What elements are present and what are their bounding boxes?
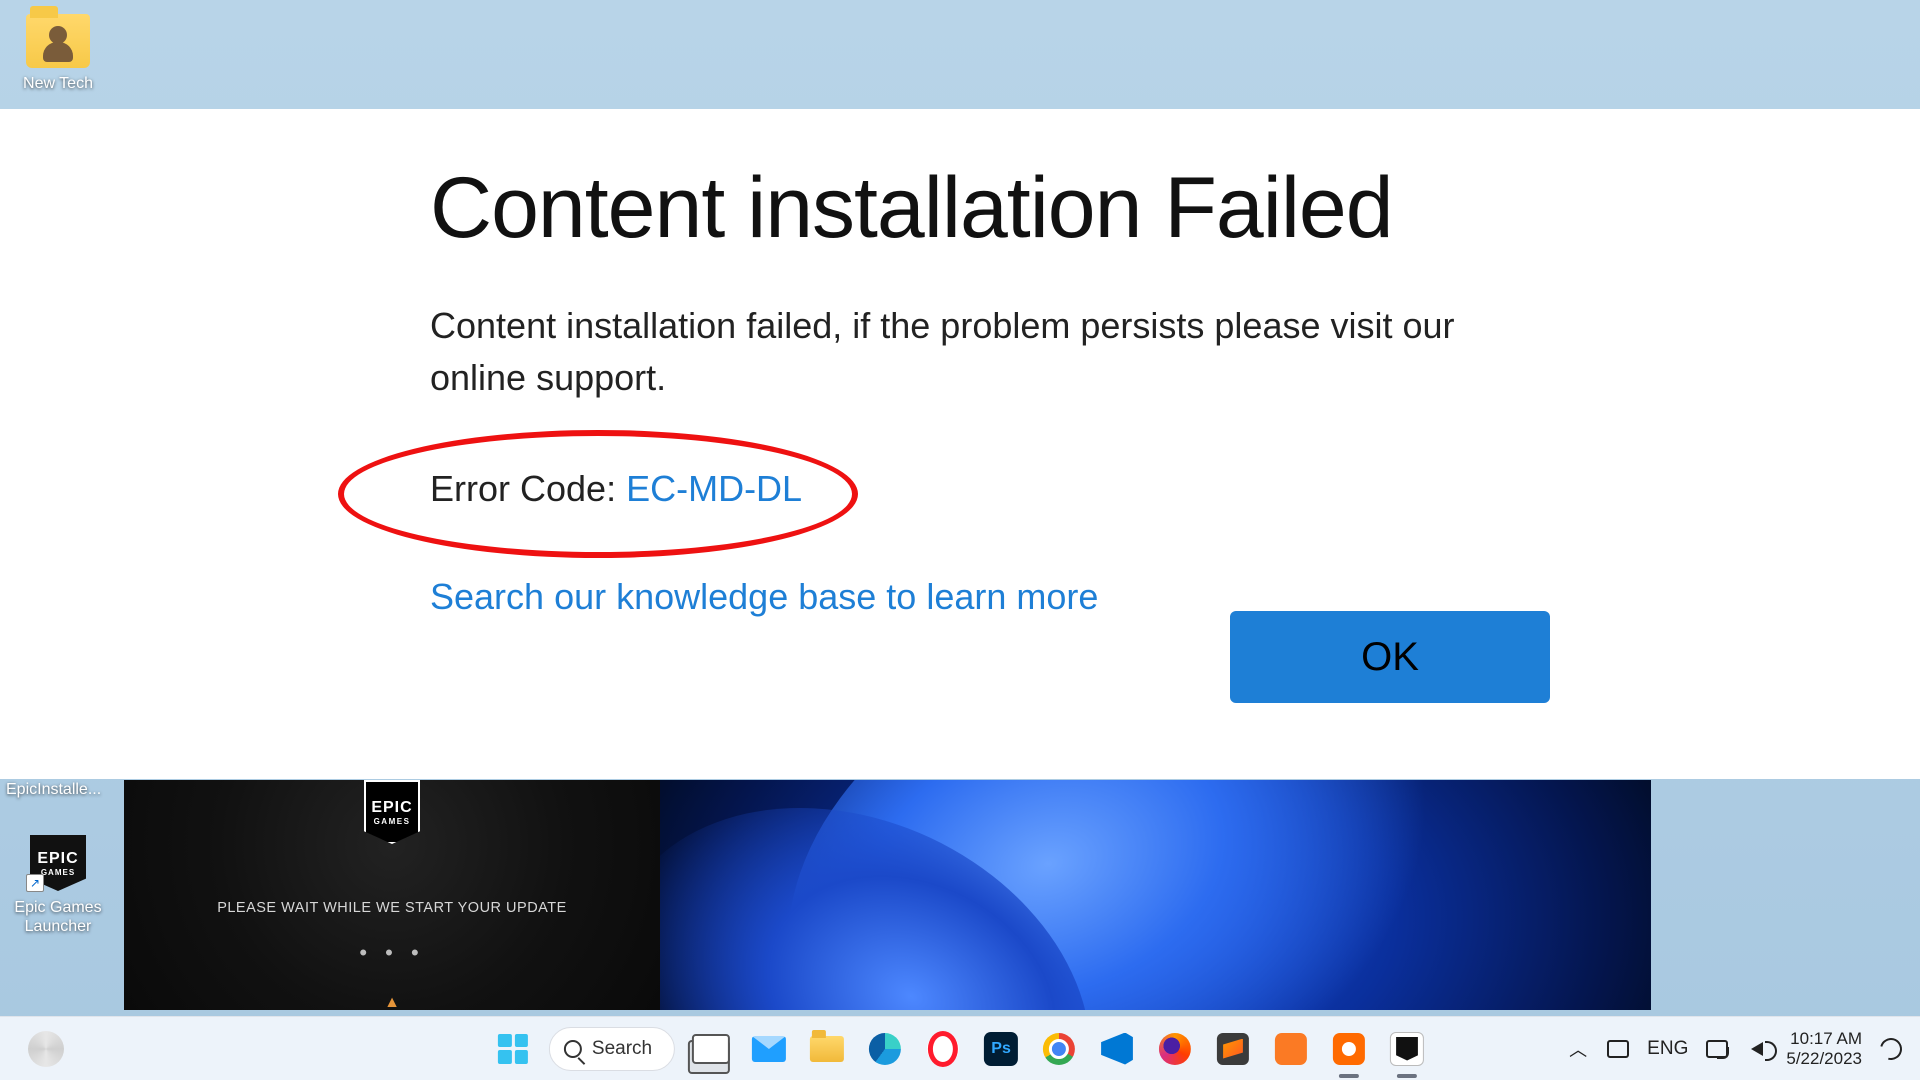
- touch-keyboard-button[interactable]: [1607, 1038, 1629, 1060]
- taskbar-app-recorder[interactable]: [1327, 1027, 1371, 1071]
- taskbar-app-sublime[interactable]: [1211, 1027, 1255, 1071]
- weather-widget-icon[interactable]: [28, 1031, 64, 1067]
- search-icon: [564, 1040, 582, 1058]
- firefox-icon: [1159, 1033, 1191, 1065]
- epic-splash-window: EPIC GAMES PLEASE WAIT WHILE WE START YO…: [124, 780, 660, 1010]
- taskbar-app-firefox[interactable]: [1153, 1027, 1197, 1071]
- epic-games-logo-icon: EPIC GAMES: [364, 780, 420, 844]
- focus-assist-button[interactable]: [1880, 1038, 1902, 1060]
- ok-button[interactable]: OK: [1230, 611, 1550, 703]
- dialog-title: Content installation Failed: [430, 159, 1610, 258]
- recorder-icon: [1333, 1033, 1365, 1065]
- splash-message: PLEASE WAIT WHILE WE START YOUR UPDATE: [124, 900, 660, 916]
- desktop-icon-label: New Tech: [8, 74, 108, 93]
- desktop-icon-new-tech[interactable]: New Tech: [8, 14, 108, 93]
- error-dialog: Content installation Failed Content inst…: [0, 109, 1920, 779]
- search-label: Search: [592, 1038, 652, 1060]
- clock-date: 5/22/2023: [1786, 1049, 1862, 1069]
- cast-icon: [1706, 1040, 1728, 1058]
- taskbar-app-mail[interactable]: [747, 1027, 791, 1071]
- focus-icon: [1876, 1033, 1906, 1063]
- folder-icon: [810, 1036, 844, 1062]
- speaker-icon: [1751, 1042, 1763, 1056]
- error-code-label: Error Code:: [430, 468, 626, 509]
- vscode-icon: [1101, 1033, 1133, 1065]
- taskbar-search[interactable]: Search: [549, 1027, 675, 1071]
- chrome-icon: [1043, 1033, 1075, 1065]
- dialog-body: Content installation failed, if the prob…: [430, 300, 1560, 404]
- photoshop-icon: Ps: [984, 1032, 1018, 1066]
- opera-icon: [927, 1033, 959, 1065]
- taskbar-app-opera[interactable]: [921, 1027, 965, 1071]
- xampp-icon: [1275, 1033, 1307, 1065]
- error-code-line: Error Code: EC-MD-DL: [430, 462, 822, 520]
- keyboard-icon: [1607, 1040, 1629, 1058]
- language-indicator[interactable]: ENG: [1647, 1038, 1688, 1060]
- task-view-icon: [692, 1034, 730, 1064]
- shortcut-badge-icon: ↗: [26, 874, 44, 892]
- mail-icon: [752, 1036, 786, 1062]
- wallpaper-bloom: [660, 780, 1651, 1010]
- taskbar-clock[interactable]: 10:17 AM 5/22/2023: [1786, 1029, 1862, 1068]
- tray-overflow-button[interactable]: ︿: [1567, 1038, 1589, 1060]
- start-button[interactable]: [491, 1027, 535, 1071]
- taskbar-tray: ︿ ENG 10:17 AM 5/22/2023: [1567, 1017, 1902, 1080]
- epic-games-icon: [1390, 1032, 1424, 1066]
- taskbar-app-chrome[interactable]: [1037, 1027, 1081, 1071]
- taskbar-app-explorer[interactable]: [805, 1027, 849, 1071]
- edge-icon: [869, 1033, 901, 1065]
- folder-icon: [26, 14, 90, 68]
- cast-button[interactable]: [1706, 1038, 1728, 1060]
- taskbar: Search Ps ︿ ENG 10:17 AM 5/22/2023: [0, 1016, 1920, 1080]
- desktop-icon-label-clipped: EpicInstalle...: [6, 781, 101, 799]
- taskbar-app-epic[interactable]: [1385, 1027, 1429, 1071]
- taskbar-app-edge[interactable]: [863, 1027, 907, 1071]
- warning-icon: ▲: [124, 994, 660, 1012]
- desktop-icon-label: Epic Games Launcher: [8, 898, 108, 936]
- desktop-icon-epic-launcher[interactable]: EPICGAMES ↗ Epic Games Launcher: [8, 838, 108, 936]
- taskbar-app-xampp[interactable]: [1269, 1027, 1313, 1071]
- taskbar-app-vscode[interactable]: [1095, 1027, 1139, 1071]
- taskbar-app-photoshop[interactable]: Ps: [979, 1027, 1023, 1071]
- epic-games-icon: EPICGAMES ↗: [26, 838, 90, 892]
- task-view-button[interactable]: [689, 1027, 733, 1071]
- windows-logo-icon: [491, 1027, 535, 1071]
- loading-dots-icon: • • •: [124, 940, 660, 966]
- taskbar-center: Search Ps: [491, 1027, 1429, 1071]
- sublime-icon: [1217, 1033, 1249, 1065]
- error-code-value: EC-MD-DL: [626, 468, 802, 509]
- clock-time: 10:17 AM: [1786, 1029, 1862, 1049]
- volume-button[interactable]: [1746, 1038, 1768, 1060]
